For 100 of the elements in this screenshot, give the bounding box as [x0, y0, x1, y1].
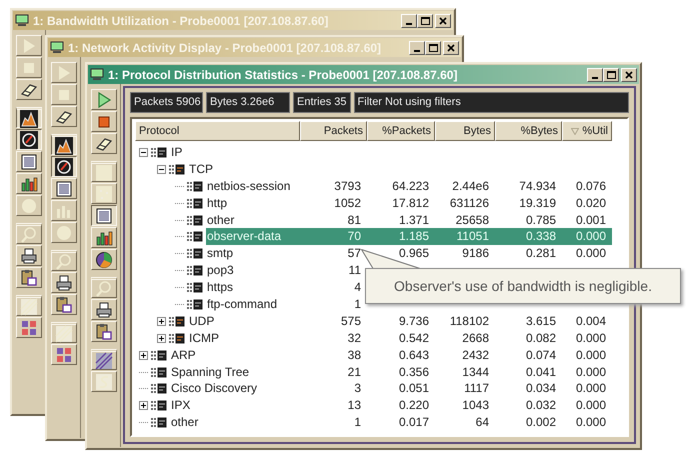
area-chart-icon: [19, 108, 39, 128]
table-cell: 0.220: [398, 398, 429, 412]
table-cell: 0.034: [526, 381, 556, 396]
protocol-name[interactable]: Cisco Discovery: [170, 380, 300, 398]
table-cell: 1: [354, 415, 361, 430]
table-cell: 9.736: [398, 314, 429, 328]
protocol-name[interactable]: other: [170, 414, 300, 432]
search-icon: [19, 224, 39, 244]
protocol-icon: [168, 332, 185, 344]
maximize-icon: [428, 44, 438, 52]
protocol-name[interactable]: https: [206, 279, 300, 296]
protocol-name[interactable]: other: [206, 212, 300, 228]
square-icon: [94, 162, 114, 182]
toolbar-button[interactable]: [51, 156, 77, 177]
pie-chart-icon: [94, 250, 114, 270]
column-header[interactable]: %Packets: [367, 121, 435, 141]
status-field: Entries 35: [293, 92, 351, 113]
toolbar-button[interactable]: [16, 129, 42, 150]
search-icon: [94, 278, 114, 298]
table-cell: 0.051: [398, 381, 429, 396]
table-cell: 0.032: [526, 398, 556, 412]
table-cell: 0.000: [576, 381, 606, 396]
column-header[interactable]: %Bytes: [495, 121, 562, 141]
close-button[interactable]: [435, 14, 451, 28]
column-header[interactable]: Protocol: [135, 121, 300, 141]
status-field: Packets 5906: [130, 92, 203, 113]
tree-toggle[interactable]: [157, 164, 166, 174]
maximize-icon: [420, 16, 430, 24]
table-cell: 9186: [462, 246, 489, 260]
protocol-name[interactable]: http: [206, 194, 300, 212]
table-cell: 13: [348, 398, 361, 412]
window-title: 1: Network Activity Display - Probe0001 [207.108.87.60]: [68, 40, 382, 54]
protocol-icon: [186, 282, 203, 294]
monitor-icon: [50, 41, 64, 54]
minimize-button[interactable]: [401, 14, 417, 28]
table-cell: 0.000: [576, 246, 606, 260]
search-icon: [54, 252, 74, 272]
table-cell: 0.020: [576, 196, 606, 210]
protocol-icon: [186, 214, 203, 226]
tree-toggle[interactable]: [139, 350, 148, 360]
table-cell: 0.281: [526, 246, 556, 260]
clipboard-icon: [54, 294, 74, 314]
protocol-icon: [186, 265, 203, 276]
table-cell: 0.000: [576, 348, 606, 362]
table-cell: 0.356: [398, 364, 429, 379]
close-button[interactable]: [443, 40, 459, 54]
table-cell: 81: [348, 212, 361, 227]
protocol-name[interactable]: ftp-command: [206, 296, 300, 313]
maximize-button[interactable]: [417, 14, 433, 28]
protocol-name[interactable]: Spanning Tree: [170, 364, 300, 380]
protocol-name[interactable]: IP: [170, 144, 300, 161]
protocol-name[interactable]: pop3: [206, 262, 300, 280]
table-cell: 0.076: [576, 178, 606, 193]
protocol-name[interactable]: netbios-session: [206, 178, 300, 195]
hatched-square-icon: [94, 350, 114, 370]
tree-toggle[interactable]: [157, 316, 166, 326]
protocol-name[interactable]: IPX: [170, 397, 300, 414]
table-cell: 0.542: [398, 330, 429, 345]
window-title: 1: Bandwidth Utilization - Probe0001 [207.108.87.60]: [33, 14, 330, 28]
maximize-button[interactable]: [603, 68, 619, 82]
table-cell: 21: [348, 364, 361, 379]
close-button[interactable]: [621, 68, 637, 82]
table-cell: 4: [354, 280, 361, 294]
table-cell: 3: [354, 381, 361, 396]
gauge-icon: [19, 130, 39, 150]
toolbar-button[interactable]: [91, 205, 117, 226]
monitor-icon: [15, 14, 29, 27]
column-header[interactable]: Bytes: [435, 121, 495, 141]
table-cell: 38: [348, 348, 361, 362]
tree-toggle[interactable]: [157, 334, 166, 343]
protocol-name[interactable]: smtp: [206, 245, 300, 262]
table-cell: 0.001: [576, 212, 606, 227]
table-cell: 0.338: [526, 229, 556, 244]
tree-toggle[interactable]: [139, 148, 148, 157]
table-cell: 575: [340, 314, 361, 328]
table-cell: 3.615: [526, 314, 556, 328]
table-cell: 0.074: [526, 348, 556, 362]
protocol-icon: [150, 417, 167, 428]
maximize-button[interactable]: [425, 40, 441, 54]
table-cell: 57: [348, 246, 361, 260]
minimize-button[interactable]: [409, 40, 425, 54]
protocol-icon: [186, 198, 203, 209]
table-cell: 1.371: [398, 212, 429, 227]
protocol-name[interactable]: ARP: [170, 346, 300, 364]
tree-toggle[interactable]: [139, 401, 148, 410]
column-header[interactable]: Packets: [300, 121, 367, 141]
protocol-name[interactable]: observer-data: [206, 228, 300, 246]
protocol-name[interactable]: TCP: [188, 160, 300, 178]
protocol-name[interactable]: ICMP: [188, 330, 300, 347]
protocol-icon: [186, 248, 203, 260]
column-header[interactable]: %Util: [562, 121, 612, 141]
dotted-square-icon: [94, 184, 114, 204]
table-cell: 2668: [462, 330, 489, 345]
monitor-icon: [90, 68, 104, 81]
maximize-icon: [606, 70, 616, 78]
minimize-button[interactable]: [587, 68, 603, 82]
protocol-icon: [150, 146, 167, 158]
table-cell: 0.000: [576, 398, 606, 412]
protocol-name[interactable]: UDP: [188, 312, 300, 330]
minimize-icon: [414, 50, 420, 52]
